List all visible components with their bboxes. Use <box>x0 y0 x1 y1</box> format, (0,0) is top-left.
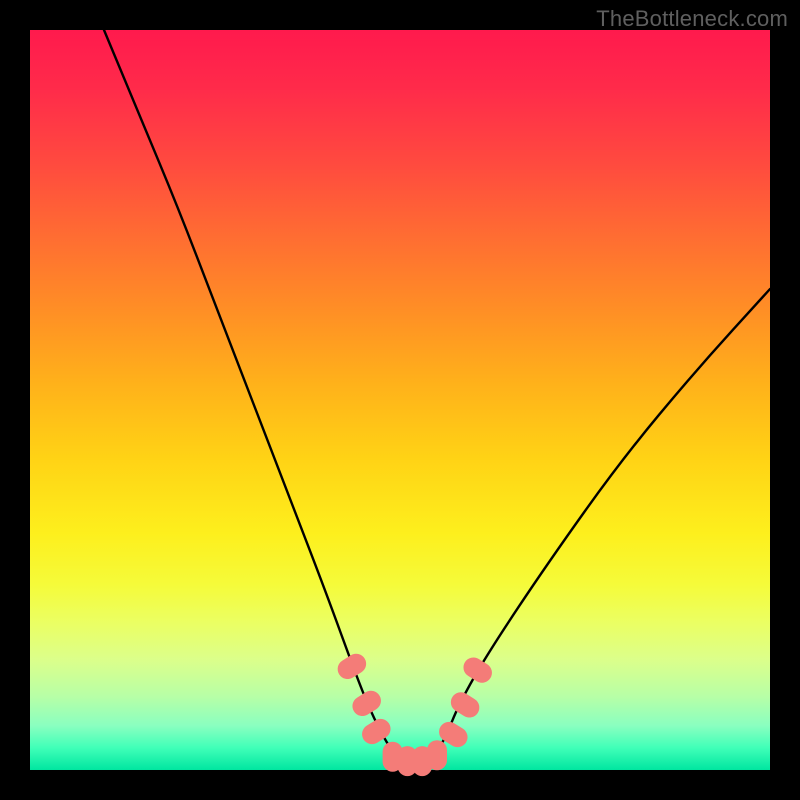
plot-area <box>30 30 770 770</box>
watermark-text: TheBottleneck.com <box>596 6 788 32</box>
bottleneck-curve-path <box>104 30 770 768</box>
chart-frame: TheBottleneck.com <box>0 0 800 800</box>
highlight-node <box>460 654 496 687</box>
highlight-node <box>349 687 385 720</box>
highlight-nodes <box>334 650 496 776</box>
highlight-node <box>334 650 370 683</box>
highlight-node <box>447 688 483 721</box>
curve-layer <box>30 30 770 770</box>
bottleneck-curve <box>104 30 770 768</box>
highlight-node <box>427 740 447 770</box>
